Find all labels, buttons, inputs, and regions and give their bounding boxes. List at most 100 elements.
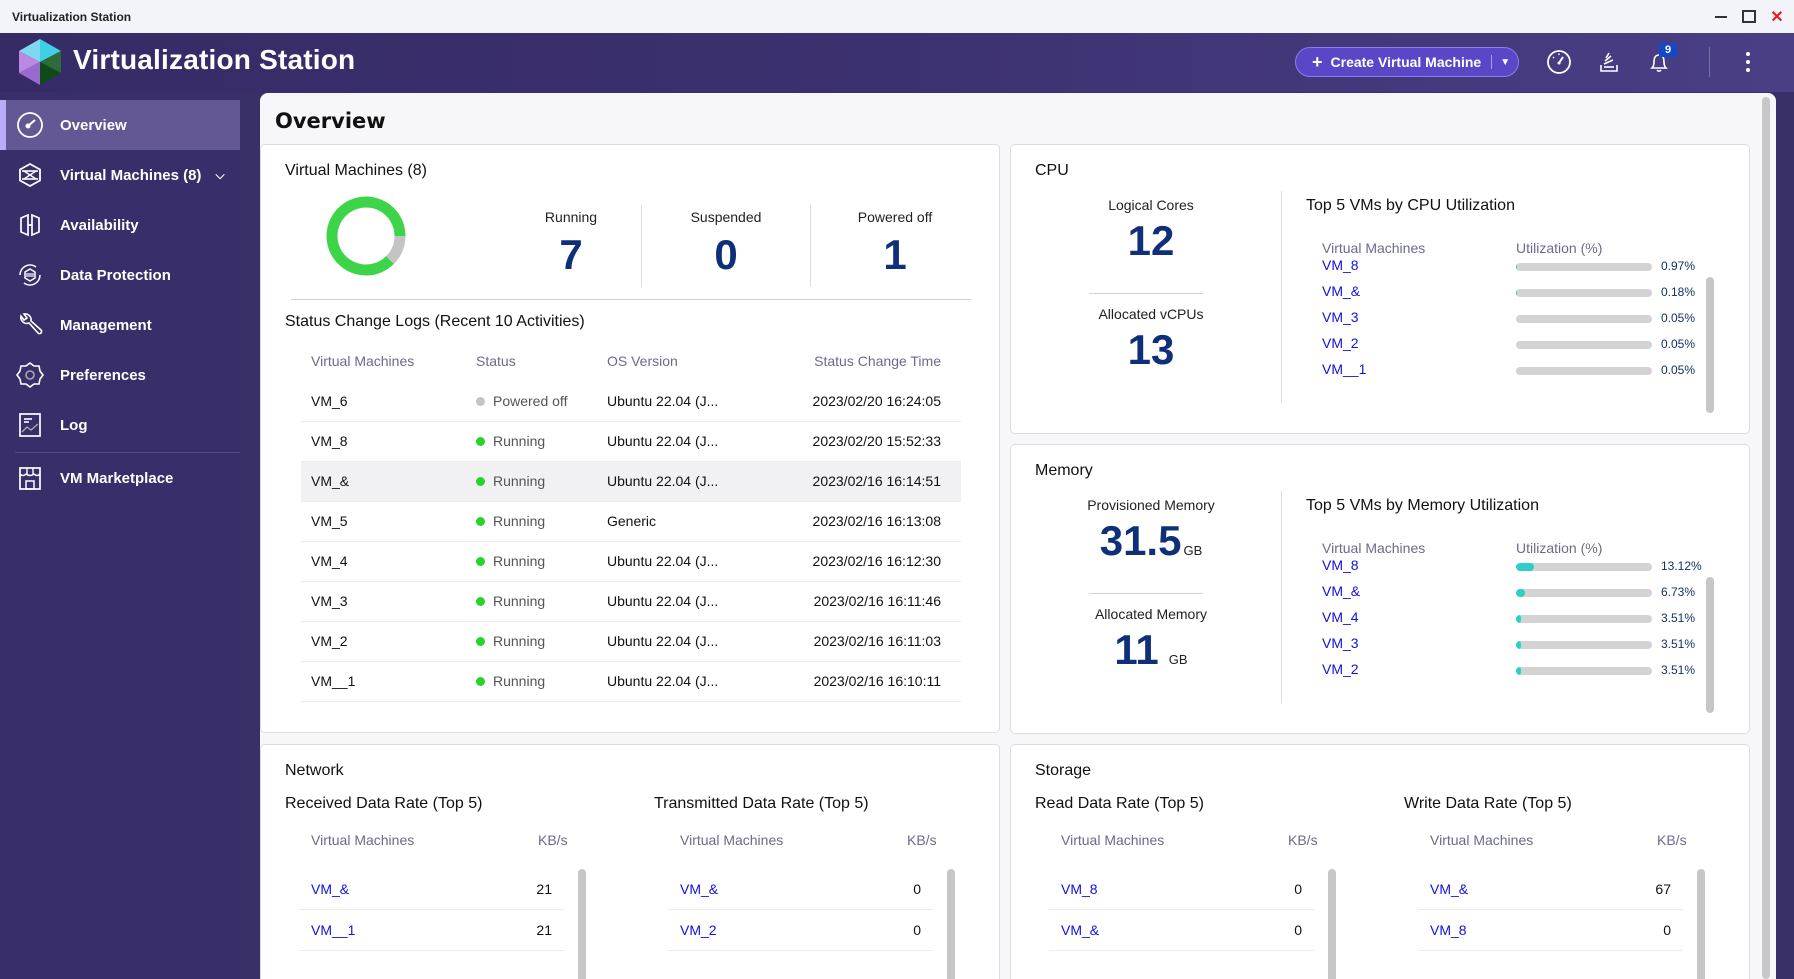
vm-link[interactable]: VM__1 (1322, 361, 1366, 377)
table-row[interactable]: VM_5 Running Generic 2023/02/16 16:13:08 (301, 501, 961, 542)
read-scrollbar[interactable] (1328, 869, 1336, 979)
vm-link[interactable]: VM_8 (1430, 922, 1467, 938)
os-version: Ubuntu 22.04 (J... (597, 381, 757, 422)
sidebar-item-virtual-machines[interactable]: Virtual Machines (8) ⌵ (0, 150, 240, 200)
more-vertical-icon[interactable] (1742, 49, 1754, 75)
donut-segment-running (326, 196, 406, 276)
vm-link[interactable]: VM_2 (1322, 661, 1359, 677)
vm-link[interactable]: VM_2 (680, 922, 717, 938)
status-dot-icon (476, 557, 485, 566)
sidebar-item-log[interactable]: Log (0, 400, 240, 450)
received-title: Received Data Rate (Top 5) (285, 795, 483, 812)
vm-link[interactable]: VM_4 (1322, 609, 1359, 625)
table-row[interactable]: VM_6 Powered off Ubuntu 22.04 (J... 2023/02… (301, 381, 961, 422)
status-change-time: 2023/02/20 16:24:05 (757, 381, 961, 422)
window-title: Virtualization Station (12, 9, 132, 24)
vm-link[interactable]: VM_8 (1322, 257, 1359, 273)
col-header: Utilization (%) (1516, 540, 1603, 556)
provisioned-memory-stat: Provisioned Memory 31.5 GB (1031, 497, 1271, 565)
network-title: Network (285, 762, 344, 779)
status-change-time: 2023/02/20 15:52:33 (757, 421, 961, 462)
sidebar-item-management[interactable]: Management (0, 300, 240, 350)
vm-link[interactable]: VM_2 (1322, 335, 1359, 351)
vm-link[interactable]: VM_& (1061, 922, 1099, 938)
cpu-top-title: Top 5 VMs by CPU Utilization (1306, 197, 1515, 214)
sidebar-item-availability[interactable]: Availability (0, 200, 240, 250)
donut-segment-powered-off (385, 235, 406, 264)
task-stack-icon[interactable] (1595, 48, 1623, 76)
os-version: Ubuntu 22.04 (J... (597, 581, 757, 622)
transmitted-title: Transmitted Data Rate (Top 5) (654, 795, 869, 812)
table-row[interactable]: VM_& Running Ubuntu 22.04 (J... 2023/02/16 … (301, 461, 961, 502)
list-item: VM_& 0 (1049, 910, 1314, 951)
memory-list-scrollbar[interactable] (1706, 577, 1714, 713)
close-icon[interactable]: ✕ (1768, 8, 1786, 26)
status-change-time: 2023/02/16 16:10:11 (757, 661, 961, 702)
transmitted-scrollbar[interactable] (947, 869, 955, 979)
vm-link[interactable]: VM_8 (1061, 881, 1098, 897)
vm-link[interactable]: VM_& (1322, 583, 1360, 599)
vm-status: Powered off (466, 381, 597, 422)
dashboard-gauge-icon[interactable] (1545, 48, 1573, 76)
sidebar-item-label: Management (60, 316, 152, 334)
vm-link[interactable]: VM_& (311, 881, 349, 897)
col-header: Status (476, 353, 516, 369)
vm-name: VM_8 (301, 421, 466, 462)
utilization-bar (1516, 289, 1652, 297)
cpu-list-scrollbar[interactable] (1706, 277, 1714, 413)
received-scrollbar[interactable] (578, 869, 586, 979)
allocated-memory-unit: GB (1168, 652, 1188, 667)
vm-link[interactable]: VM_& (1322, 283, 1360, 299)
vm-link[interactable]: VM_8 (1322, 557, 1359, 573)
status-change-time: 2023/02/16 16:11:03 (757, 621, 961, 662)
write-scrollbar[interactable] (1697, 869, 1705, 979)
powered-off-count: 1 (883, 231, 907, 278)
sidebar-item-data-protection[interactable]: Data Protection (0, 250, 240, 300)
wrench-icon (20, 313, 43, 335)
create-vm-button[interactable]: + Create Virtual Machine ▼ (1295, 47, 1519, 77)
vm-status: Running (466, 541, 597, 582)
table-row[interactable]: VM_2 Running Ubuntu 22.04 (J... 2023/02/16 … (301, 621, 961, 662)
minimize-icon[interactable] (1712, 8, 1730, 26)
utilization-percent: 0.97% (1661, 259, 1696, 273)
storage-card: Storage Read Data Rate (Top 5) Virtual M… (1010, 744, 1750, 979)
rate-value: 21 (536, 881, 552, 897)
table-row[interactable]: VM_4 Running Ubuntu 22.04 (J... 2023/02/16 … (301, 541, 961, 582)
sidebar-item-vm-marketplace[interactable]: VM Marketplace (0, 453, 240, 503)
vm-link[interactable]: VM_3 (1322, 309, 1359, 325)
os-version: Ubuntu 22.04 (J... (597, 541, 757, 582)
vm-link[interactable]: VM_& (1430, 881, 1468, 897)
running-stat: Running 7 (501, 209, 641, 279)
window-controls: ✕ (1712, 0, 1786, 33)
gauge-icon (17, 112, 43, 138)
status-dot-icon (476, 677, 485, 686)
sidebar-item-label: Virtual Machines (8) (60, 166, 202, 184)
chevron-down-icon[interactable]: ⌵ (215, 168, 224, 183)
utilization-bar (1516, 263, 1652, 271)
vcpus-label: Allocated vCPUs (1098, 306, 1204, 322)
vm-link[interactable]: VM_3 (1322, 635, 1359, 651)
table-row[interactable]: VM_3 Running Ubuntu 22.04 (J... 2023/02/16 … (301, 581, 961, 622)
page-scrollbar[interactable] (1762, 97, 1770, 979)
maximize-icon[interactable] (1740, 8, 1758, 26)
app-logo-icon (19, 39, 61, 85)
status-change-time: 2023/02/16 16:11:46 (757, 581, 961, 622)
sidebar-item-overview[interactable]: Overview (0, 100, 240, 150)
table-row[interactable]: VM_8 Running Ubuntu 22.04 (J... 2023/02/20 … (301, 421, 961, 462)
memory-card: Memory Provisioned Memory 31.5 GB Allocat… (1010, 444, 1750, 734)
running-label: Running (544, 209, 598, 225)
vm-name: VM_3 (301, 581, 466, 622)
utilization-bar (1516, 315, 1652, 323)
cpu-title: CPU (1035, 162, 1069, 179)
vm-link[interactable]: VM_& (680, 881, 718, 897)
sidebar-item-preferences[interactable]: Preferences (0, 350, 240, 400)
suspended-label: Suspended (690, 209, 762, 225)
status-dot-icon (476, 437, 485, 446)
col-header: KB/s (1657, 832, 1687, 848)
table-row[interactable]: VM__1 Running Ubuntu 22.04 (J... 2023/02/16… (301, 661, 961, 702)
rate-value: 0 (1663, 922, 1671, 938)
dropdown-caret-icon[interactable]: ▼ (1500, 57, 1510, 68)
vm-link[interactable]: VM__1 (311, 922, 355, 938)
provisioned-value: 31.5 (1099, 517, 1182, 564)
utilization-bar (1516, 615, 1652, 623)
